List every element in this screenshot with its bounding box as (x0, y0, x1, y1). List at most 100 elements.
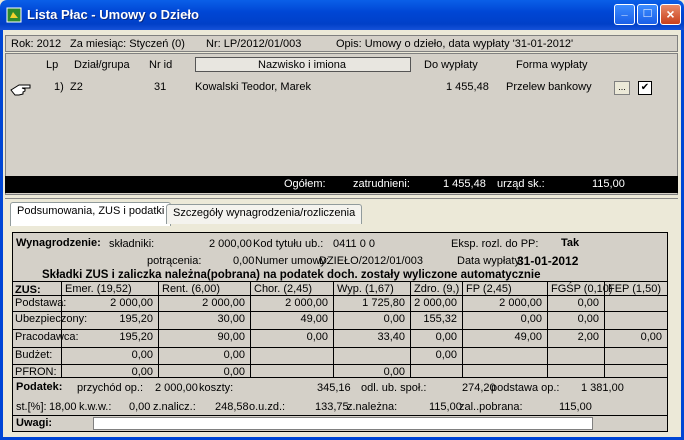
window-title: Lista Płac - Umowy o Dzieło (27, 7, 199, 22)
col-nrid[interactable]: Nr id (149, 59, 172, 71)
footer-zatrudnieni-label: zatrudnieni: (353, 178, 410, 190)
zus-cell: 2 000,00 (499, 297, 542, 309)
grid-line (13, 311, 667, 312)
row-checkbox[interactable]: ✔ (638, 81, 652, 95)
maximize-button[interactable]: □ (637, 4, 658, 25)
footer-zatrudnieni-value: 1 455,48 (443, 178, 486, 190)
minimize-icon: _ (621, 5, 628, 17)
skladniki-label: składniki: (109, 238, 155, 250)
grid-line (13, 347, 667, 348)
zus-cell: 0,00 (520, 313, 542, 325)
zalpobrana-value: 115,00 (559, 401, 592, 413)
zus-cell: 2,00 (577, 331, 599, 343)
info-opis: Opis: Umowy o dzieło, data wypłaty '31-0… (336, 38, 574, 50)
row-details-button[interactable]: ... (614, 81, 630, 95)
zus-banner: Składki ZUS i zaliczka należna(pobrana) … (42, 269, 541, 281)
kwa-label: k.w.w.: (79, 401, 112, 413)
zus-col-header: Chor. (2,45) (254, 283, 313, 295)
col-nazwisko-label: Nazwisko i imiona (258, 59, 347, 71)
grid-line (13, 364, 667, 365)
zus-row-label: Podstawa: (15, 297, 67, 309)
koszty-label: koszty: (199, 382, 234, 394)
divider (13, 377, 667, 378)
zus-cell: 2 000,00 (202, 297, 245, 309)
footer-urzad-label: urząd sk.: (497, 178, 545, 190)
zus-cell: 0,00 (435, 331, 457, 343)
zus-cell: 0,00 (383, 313, 405, 325)
col-nazwisko[interactable]: Nazwisko i imiona (195, 57, 411, 72)
title-bar: Lista Płac - Umowy o Dzieło _ □ × (0, 0, 684, 30)
tab-szczegoly[interactable]: Szczegóły wynagrodzenia/rozliczenia (166, 204, 363, 224)
zus-cell: 0,00 (435, 349, 457, 361)
row-nrid: 31 (154, 81, 167, 93)
podstawa-op-value: 1 381,00 (581, 382, 624, 394)
zus-cell: 1 725,80 (362, 297, 405, 309)
info-rok: Rok: 2012 (11, 38, 62, 50)
zus-cell: 0,00 (577, 297, 599, 309)
zus-col-header: FEP (1,50) (608, 283, 661, 295)
col-lp[interactable]: Lp (46, 59, 58, 71)
row-lp: 1) (54, 81, 64, 93)
zus-cell: 0,00 (577, 313, 599, 325)
przychod-value: 2 000,00 (155, 382, 198, 394)
zus-cell: 0,00 (306, 331, 328, 343)
podstawa-op-label: podstawa op.: (491, 382, 560, 394)
grid-line (13, 329, 667, 330)
info-nr: Nr: LP/2012/01/003 (206, 38, 302, 50)
koszty-value: 345,16 (317, 382, 351, 394)
zus-cell: 155,32 (423, 313, 457, 325)
numer-value: DZIEŁO/2012/01/003 (319, 255, 423, 267)
zus-cell: 195,20 (119, 331, 153, 343)
info-bar: Rok: 2012 Za miesiąc: Styczeń (0) Nr: LP… (5, 35, 678, 52)
eksp-label: Eksp. rozl. do PP: (451, 238, 539, 250)
zus-cell: 0,00 (640, 331, 662, 343)
st-label: st.[%]: (16, 401, 47, 413)
col-do-wyplaty[interactable]: Do wypłaty (424, 59, 478, 71)
zus-cell: 195,20 (119, 313, 153, 325)
row-do-wyplaty: 1 455,48 (446, 81, 489, 93)
tab-podsumowania[interactable]: Podsumowania, ZUS i podatki (10, 202, 172, 226)
znalezna-label: z.należna: (347, 401, 398, 413)
divider (13, 415, 667, 416)
odl-label: odl. ub. społ.: (361, 382, 427, 394)
uwagi-input[interactable] (93, 417, 593, 430)
footer-urzad-value: 115,00 (592, 178, 625, 190)
zus-row-label: Pracodawca: (15, 331, 79, 343)
zus-cell: 30,00 (217, 313, 245, 325)
ouzd-label: o.u.zd.: (249, 401, 286, 413)
divider (13, 281, 667, 282)
wyn-label: Wynagrodzenie: (16, 237, 101, 249)
zus-col-header: FP (2,45) (466, 283, 512, 295)
zus-row-label: Ubezpieczony: (15, 313, 88, 325)
eksp-value: Tak (561, 237, 580, 249)
zus-col-header: Emer. (19,52) (65, 283, 132, 295)
grid-line (13, 295, 667, 296)
numer-label: Numer umowy: (255, 255, 329, 267)
st-value: 18,00 (49, 401, 77, 413)
uwagi-label: Uwagi: (16, 417, 53, 429)
row-forma: Przelew bankowy (506, 81, 592, 93)
znalicz-label: z.nalicz.: (153, 401, 196, 413)
summary-panel: Wynagrodzenie: składniki: 2 000,00 Kod t… (12, 232, 668, 432)
zus-col-header: Rent. (6,00) (162, 283, 221, 295)
zus-cell: 33,40 (377, 331, 405, 343)
kod-value: 0411 0 0 (333, 238, 376, 250)
przychod-label: przychód op.: (77, 382, 144, 394)
close-button[interactable]: × (660, 4, 681, 25)
zus-cell: 2 000,00 (110, 297, 153, 309)
zus-cell: 0,00 (223, 349, 245, 361)
zus-cell: 2 000,00 (414, 297, 457, 309)
data-label: Data wypłaty: (457, 255, 524, 267)
zus-cell: 49,00 (514, 331, 542, 343)
potracenia-label: potrącenia: (147, 255, 202, 267)
zalpobrana-label: zal..pobrana: (459, 401, 523, 413)
zus-row-label: Budżet: (15, 349, 53, 361)
col-forma[interactable]: Forma wypłaty (516, 59, 588, 71)
close-icon: × (666, 6, 675, 22)
zus-col-header: Zdro. (9,) (414, 283, 460, 295)
maximize-icon: □ (643, 5, 652, 20)
col-dzial[interactable]: Dział/grupa (74, 59, 130, 71)
row-nazwisko: Kowalski Teodor, Marek (195, 81, 311, 93)
payroll-grid[interactable]: Lp Dział/grupa Nr id Nazwisko i imiona D… (5, 53, 678, 195)
minimize-button[interactable]: _ (614, 4, 635, 25)
